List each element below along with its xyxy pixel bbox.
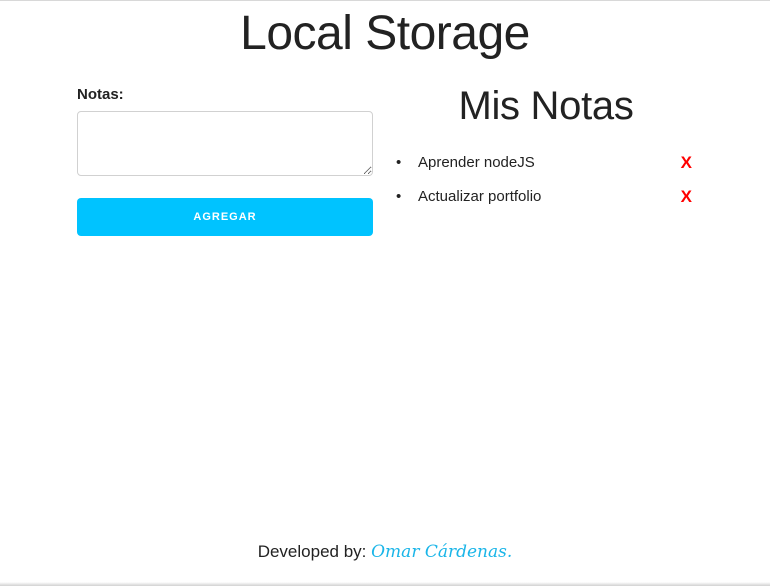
notes-panel: Mis Notas • Aprender nodeJS X • Actualiz… [396,84,696,221]
top-border [0,0,770,1]
notes-field-label: Notas: [77,86,124,103]
page-title: Local Storage [240,7,530,60]
bullet-icon: • [396,188,402,205]
note-text: Actualizar portfolio [418,188,542,205]
bottom-shadow [0,582,770,586]
note-text: Aprender nodeJS [418,154,535,171]
author-link[interactable]: Omar Cárdenas. [371,542,512,562]
footer: Developed by: Omar Cárdenas. [0,542,770,562]
note-textarea[interactable] [77,111,373,176]
list-item: • Aprender nodeJS X [396,153,696,187]
notes-title: Mis Notas [458,84,634,128]
add-note-button[interactable]: AGREGAR [77,198,373,236]
note-form: Notas: AGREGAR [77,86,373,236]
delete-note-button[interactable]: X [681,187,692,207]
bullet-icon: • [396,154,402,171]
footer-prefix: Developed by: [257,542,367,561]
notes-list: • Aprender nodeJS X • Actualizar portfol… [396,153,696,221]
delete-note-button[interactable]: X [681,153,692,173]
list-item: • Actualizar portfolio X [396,187,696,221]
